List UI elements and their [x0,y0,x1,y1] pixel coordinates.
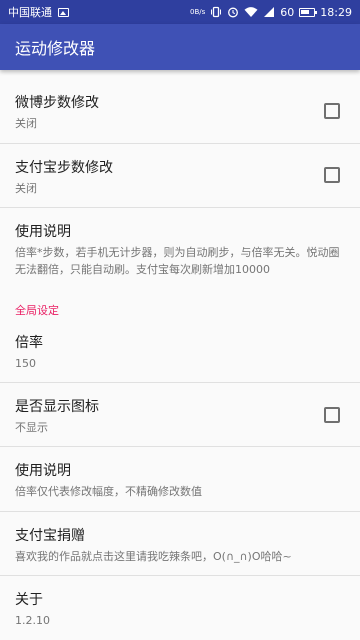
pref-title: 使用说明 [15,463,71,479]
carrier-label: 中国联通 [8,6,52,19]
alipay-steps-checkbox[interactable] [324,167,340,183]
pref-weibo-steps[interactable]: 微博步数修改 关闭 [0,94,360,132]
divider [0,511,360,512]
pref-title: 倍率 [15,335,43,351]
pref-summary: 150 [15,357,36,370]
divider [0,446,360,447]
pref-summary: 关闭 [15,182,37,195]
section-header-global: 全局设定 [15,304,59,317]
pref-rate[interactable]: 倍率 150 [0,334,360,372]
weibo-steps-checkbox[interactable] [324,103,340,119]
show-icon-checkbox[interactable] [324,407,340,423]
app-bar: 运动修改器 [0,24,360,70]
app-title: 运动修改器 [15,39,96,58]
pref-title: 微博步数修改 [15,95,99,111]
pref-summary: 倍率仅代表修改幅度，不精确修改数值 [15,485,202,498]
pref-alipay-donate[interactable]: 支付宝捐赠 喜欢我的作品就点击这里请我吃辣条吧，O(∩_∩)O哈哈~ [0,527,360,565]
wifi-icon [244,7,258,17]
image-notification-icon [58,7,69,17]
pref-summary: 不显示 [15,421,48,434]
divider [0,143,360,144]
divider [0,382,360,383]
pref-usage-info-2[interactable]: 使用说明 倍率仅代表修改幅度，不精确修改数值 [0,462,360,500]
pref-title: 是否显示图标 [15,399,99,415]
pref-alipay-steps[interactable]: 支付宝步数修改 关闭 [0,159,360,197]
battery-level: 60 [280,5,295,19]
pref-summary: 关闭 [15,117,37,130]
divider [0,575,360,576]
clock: 18:29 [320,5,352,19]
cellular-signal-icon [264,7,275,17]
pref-title: 使用说明 [15,224,71,240]
alarm-icon [228,7,239,18]
pref-summary: 1.2.10 [15,614,50,627]
pref-title: 关于 [15,592,43,608]
divider [0,207,360,208]
pref-usage-info[interactable]: 使用说明 倍率*步数，若手机无计步器，则为自动刷步，与倍率无关。悦动圈无法翻倍，… [0,223,360,278]
pref-about[interactable]: 关于 1.2.10 [0,591,360,629]
pref-summary: 倍率*步数，若手机无计步器，则为自动刷步，与倍率无关。悦动圈无法翻倍，只能自动刷… [15,246,340,276]
pref-title: 支付宝步数修改 [15,160,113,176]
status-bar: 中国联通 0B/s 60 18:29 [0,0,360,24]
pref-show-icon[interactable]: 是否显示图标 不显示 [0,398,360,436]
pref-summary: 喜欢我的作品就点击这里请我吃辣条吧，O(∩_∩)O哈哈~ [15,550,292,563]
vibrate-icon [211,6,222,18]
net-speed: 0B/s [190,7,206,16]
battery-icon [299,7,318,17]
pref-title: 支付宝捐赠 [15,528,85,544]
